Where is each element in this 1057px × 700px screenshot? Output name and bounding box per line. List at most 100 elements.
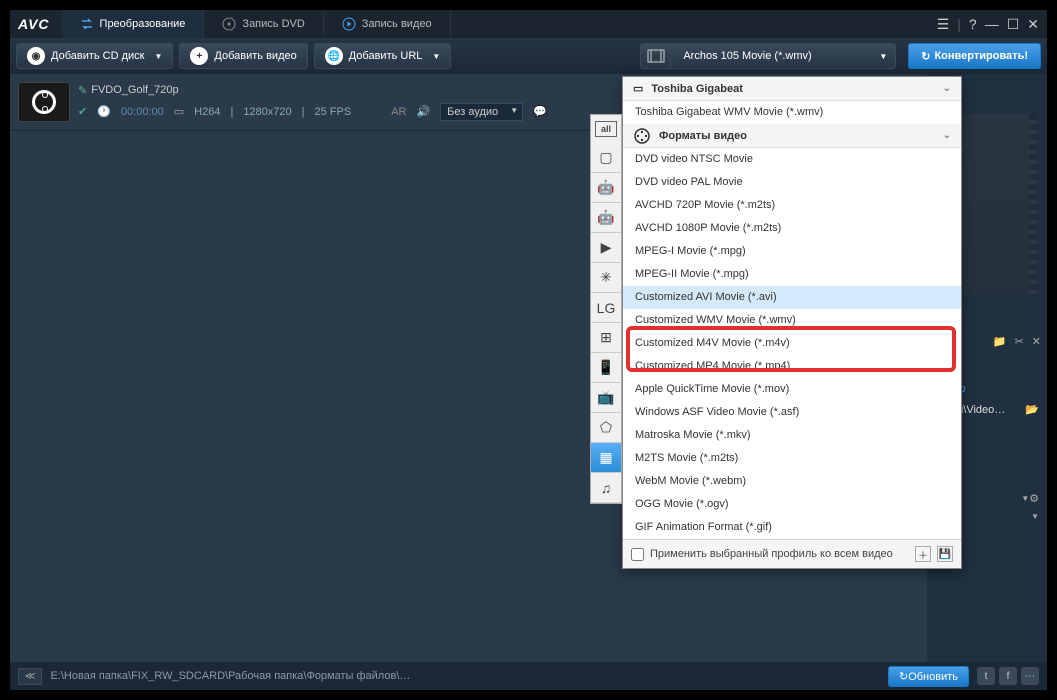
help-icon[interactable]: ?: [969, 16, 977, 32]
format-option[interactable]: MPEG-I Movie (*.mpg): [623, 240, 961, 263]
category-playstation-icon[interactable]: ▶: [591, 233, 621, 263]
save-profile-icon[interactable]: 💾: [937, 546, 953, 562]
format-option[interactable]: MPEG-II Movie (*.mpg): [623, 263, 961, 286]
minimize-icon[interactable]: —: [985, 16, 999, 32]
button-label: Добавить видео: [214, 50, 296, 62]
crop-icon[interactable]: ✕: [1032, 335, 1041, 348]
tab-convert[interactable]: Преобразование: [62, 10, 205, 38]
subtitle-icon[interactable]: 💬: [533, 105, 547, 118]
status-bar: ≪ E:\Новая папка\FIX_RW_SDCARD\Рабочая п…: [10, 662, 1047, 690]
format-option[interactable]: Apple QuickTime Movie (*.mov): [623, 378, 961, 401]
film-icon: [641, 43, 671, 69]
category-html5-icon[interactable]: ⬠: [591, 413, 621, 443]
twitter-icon[interactable]: t: [977, 667, 995, 685]
category-tv-icon[interactable]: 📺: [591, 383, 621, 413]
tab-label: Запись видео: [362, 18, 432, 30]
titlebar: AVC Преобразование Запись DVD Запись вид…: [10, 10, 1047, 38]
button-label: Конвертировать!: [934, 50, 1028, 62]
gear-icon[interactable]: ⚙: [1029, 492, 1039, 505]
format-option[interactable]: GIF Animation Format (*.gif): [623, 516, 961, 539]
tab-label: Запись DVD: [242, 18, 304, 30]
dropdown-group-header[interactable]: ▭ Toshiba Gigabeat ⌄: [623, 77, 961, 101]
reel-icon: [633, 127, 651, 145]
aspect-icon[interactable]: AR: [391, 106, 406, 118]
check-icon[interactable]: ✔: [78, 105, 87, 118]
tab-dvd[interactable]: Запись DVD: [204, 10, 323, 38]
share-icon[interactable]: ⋯: [1021, 667, 1039, 685]
apply-all-checkbox[interactable]: [631, 548, 644, 561]
button-label: Добавить CD диск: [51, 50, 145, 62]
format-label: Archos 105 Movie (*.wmv): [671, 50, 871, 62]
format-option[interactable]: DVD video PAL Movie: [623, 171, 961, 194]
category-all-icon[interactable]: all: [595, 121, 617, 137]
fps: 25 FPS: [315, 106, 352, 118]
scissors-icon[interactable]: ✂: [1015, 335, 1024, 348]
facebook-icon[interactable]: f: [999, 667, 1017, 685]
category-windows-icon[interactable]: ⊞: [591, 323, 621, 353]
close-icon[interactable]: ✕: [1027, 16, 1039, 33]
category-apple-icon[interactable]: ▢: [591, 143, 621, 173]
category-lg-icon[interactable]: LG: [591, 293, 621, 323]
collapse-button[interactable]: ≪: [18, 668, 42, 685]
chevron-down-icon: ▼: [871, 52, 895, 61]
format-option[interactable]: M2TS Movie (*.m2ts): [623, 447, 961, 470]
refresh-button[interactable]: ↻Обновить: [888, 666, 969, 687]
tab-record[interactable]: Запись видео: [324, 10, 451, 38]
format-option[interactable]: Toshiba Gigabeat WMV Movie (*.wmv): [623, 101, 961, 124]
film-icon: ▭: [174, 105, 184, 118]
add-video-button[interactable]: + Добавить видео: [179, 43, 307, 69]
resolution: 1280x720: [243, 106, 291, 118]
format-option[interactable]: Customized M4V Movie (*.m4v): [623, 332, 961, 355]
dropdown-footer: Применить выбранный профиль ко всем виде…: [623, 539, 961, 568]
clock-icon: 🕐: [97, 105, 111, 118]
maximize-icon[interactable]: ☐: [1007, 16, 1020, 33]
format-option[interactable]: Matroska Movie (*.mkv): [623, 424, 961, 447]
category-huawei-icon[interactable]: ✳: [591, 263, 621, 293]
speaker-icon[interactable]: 🔊: [416, 105, 430, 118]
chevron-down-icon: ▼: [1031, 512, 1039, 521]
format-option[interactable]: AVCHD 1080P Movie (*.m2ts): [623, 217, 961, 240]
format-option[interactable]: Customized WMV Movie (*.wmv): [623, 309, 961, 332]
dropdown-group-header[interactable]: Форматы видео ⌄: [623, 124, 961, 148]
category-video-icon[interactable]: ▦: [591, 443, 621, 473]
collapse-icon[interactable]: ⌄: [943, 130, 951, 141]
format-option[interactable]: OGG Movie (*.ogv): [623, 493, 961, 516]
format-dropdown: ▭ Toshiba Gigabeat ⌄ Toshiba Gigabeat WM…: [622, 76, 962, 569]
convert-button[interactable]: ↻ Конвертировать!: [908, 43, 1041, 69]
thumbnail: [18, 82, 70, 122]
folder-icon[interactable]: 📁: [993, 335, 1007, 348]
category-android-tablet-icon[interactable]: 🤖: [591, 173, 621, 203]
format-option[interactable]: DVD video NTSC Movie: [623, 148, 961, 171]
browse-icon[interactable]: 📂: [1025, 403, 1039, 416]
group-label: Форматы видео: [659, 130, 747, 142]
category-phone-icon[interactable]: 📱: [591, 353, 621, 383]
format-option[interactable]: Customized AVI Movie (*.avi): [623, 286, 961, 309]
category-android-icon[interactable]: 🤖: [591, 203, 621, 233]
dvd-icon: [222, 17, 236, 31]
format-selector[interactable]: Archos 105 Movie (*.wmv) ▼: [640, 43, 896, 69]
audio-select[interactable]: Без аудио ▼: [440, 103, 523, 121]
main-tabs: Преобразование Запись DVD Запись видео: [62, 10, 937, 38]
chevron-down-icon[interactable]: ▼: [1021, 494, 1029, 503]
add-url-button[interactable]: 🌐 Добавить URL ▼: [314, 43, 452, 69]
codec: H264: [194, 106, 220, 118]
notes-icon[interactable]: ☰: [937, 16, 950, 33]
category-audio-icon[interactable]: ♫: [591, 473, 621, 503]
group-label: Toshiba Gigabeat: [651, 83, 742, 95]
collapse-icon[interactable]: ⌄: [943, 83, 951, 94]
convert-icon: [80, 17, 94, 31]
output-path: E:\Новая папка\FIX_RW_SDCARD\Рабочая пап…: [50, 670, 880, 682]
chevron-down-icon: ▼: [432, 52, 440, 61]
format-option[interactable]: WebM Movie (*.webm): [623, 470, 961, 493]
app-logo: AVC: [18, 16, 50, 32]
refresh-icon: ↻: [921, 50, 930, 63]
format-option[interactable]: Customized MP4 Movie (*.mp4): [623, 355, 961, 378]
disc-add-icon: ◉: [27, 47, 45, 65]
add-cd-button[interactable]: ◉ Добавить CD диск ▼: [16, 43, 173, 69]
refresh-icon: ↻: [899, 671, 908, 683]
format-option[interactable]: Windows ASF Video Movie (*.asf): [623, 401, 961, 424]
format-option[interactable]: AVCHD 720P Movie (*.m2ts): [623, 194, 961, 217]
add-profile-icon[interactable]: ＋: [915, 546, 931, 562]
edit-icon[interactable]: ✎: [78, 84, 87, 97]
category-strip: all▢🤖🤖▶✳LG⊞📱📺⬠▦♫: [590, 114, 622, 504]
